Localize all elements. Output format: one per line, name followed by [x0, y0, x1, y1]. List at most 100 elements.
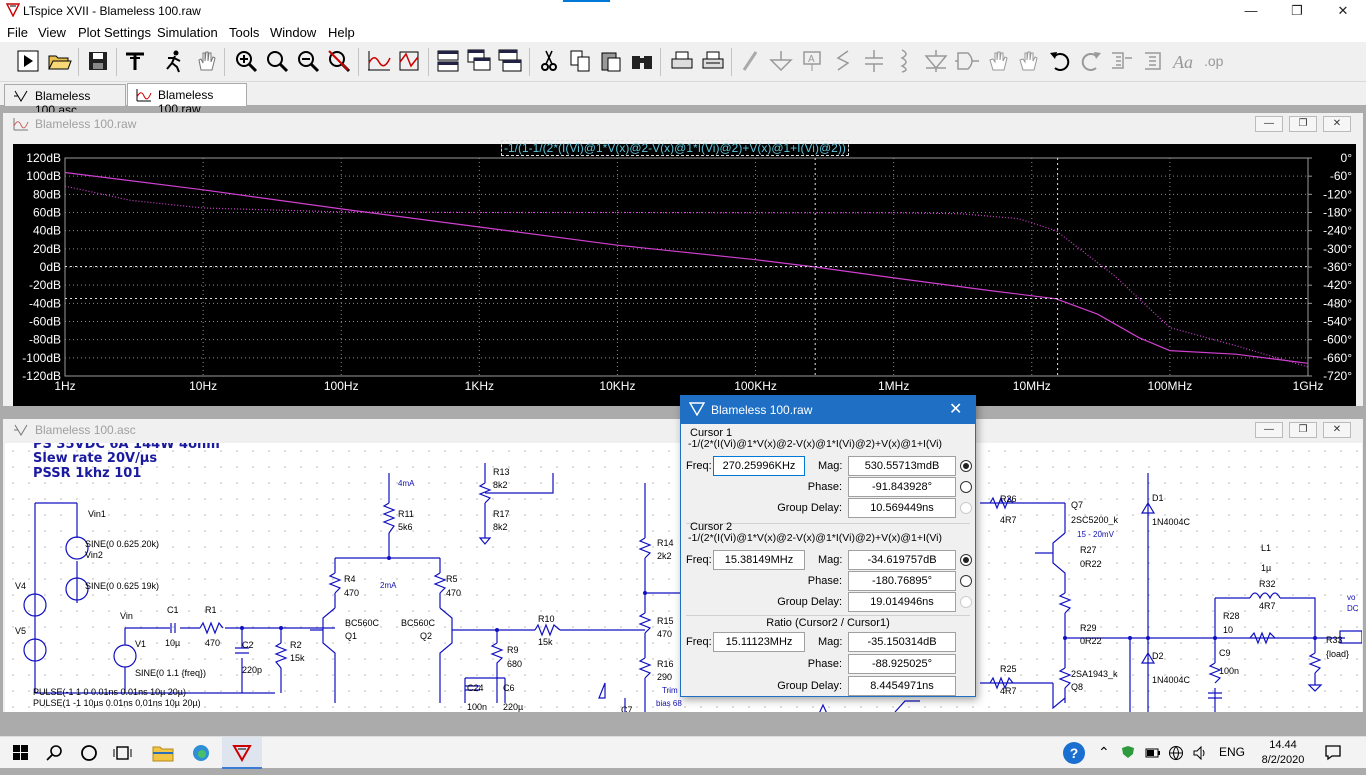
cascade-icon[interactable] — [466, 48, 492, 74]
schematic-label-r4v[interactable]: 470 — [344, 588, 359, 598]
schematic-close-button[interactable]: ✕ — [1323, 422, 1351, 438]
schematic-label-c7[interactable]: C7 — [621, 705, 633, 712]
schematic-label-r13[interactable]: R13 — [493, 467, 510, 477]
schematic-label-r27[interactable]: R27 — [1080, 545, 1097, 555]
ratio-phase-field[interactable]: -88.925025° — [848, 654, 956, 674]
schematic-label-r27v[interactable]: 0R22 — [1080, 559, 1102, 569]
schematic-label-d1[interactable]: D1 — [1152, 493, 1164, 503]
menu-file[interactable]: File — [7, 25, 28, 40]
plot-wave-icon[interactable] — [396, 48, 422, 74]
hand-icon[interactable] — [193, 48, 219, 74]
cursor2-phase-field[interactable]: -180.76895° — [848, 571, 956, 591]
cortana-icon[interactable] — [72, 737, 106, 769]
menu-window[interactable]: Window — [270, 25, 316, 40]
schematic-label-q2t[interactable]: BC560C — [401, 618, 435, 628]
schematic-label-dc[interactable]: DC — [1347, 604, 1359, 613]
schematic-label-d1t[interactable]: 1N4004C — [1152, 517, 1190, 527]
schematic-minimize-button[interactable]: — — [1255, 422, 1283, 438]
schematic-label-r1v[interactable]: 470 — [205, 638, 220, 648]
schematic-label-r2[interactable]: R2 — [290, 640, 302, 650]
schematic-label-r33[interactable]: R33 — [1326, 635, 1343, 645]
cursor2-mag-field[interactable]: -34.619757dB — [848, 550, 956, 570]
close-button[interactable]: ✕ — [1320, 0, 1366, 22]
cursor1-phase-radio[interactable] — [960, 481, 972, 493]
notification-center-icon[interactable] — [1324, 743, 1342, 764]
schematic-label-trim[interactable]: Trim — [662, 686, 678, 695]
schematic-label-l1v[interactable]: 1µ — [1261, 563, 1271, 573]
capacitor-icon[interactable] — [861, 48, 887, 74]
menu-view[interactable]: View — [38, 25, 66, 40]
schematic-label-ma2[interactable]: 2mA — [380, 581, 396, 590]
cursor1-mag-radio[interactable] — [960, 460, 972, 472]
schematic-label-r11v[interactable]: 5k6 — [398, 522, 413, 532]
minimize-button[interactable]: — — [1228, 0, 1274, 22]
schematic-label-pulse2[interactable]: PULSE(1 -1 10µs 0.01ns 0.01ns 10µ 20µ) — [33, 698, 201, 708]
schematic-label-r13v[interactable]: 8k2 — [493, 480, 508, 490]
windows-start-icon[interactable] — [4, 737, 38, 769]
security-shield-icon[interactable] — [1121, 745, 1135, 762]
schematic-label-r15v[interactable]: 470 — [657, 629, 672, 639]
task-view-icon[interactable] — [106, 737, 140, 769]
print-setup-icon[interactable] — [700, 48, 726, 74]
plot-restore-button[interactable]: ❐ — [1289, 116, 1317, 132]
schematic-label-bias[interactable]: bias 68 — [656, 699, 682, 708]
schematic-label-v4[interactable]: V4 — [15, 581, 26, 591]
trace-expression-label[interactable]: -1/(1-1/(2*(I(Vi)@1*V(x)@2-V(x)@1*I(Vi)@… — [501, 140, 849, 156]
schematic-label-ma4[interactable]: 4mA — [398, 479, 414, 488]
schematic-label-r15[interactable]: R15 — [657, 616, 674, 626]
run-man-icon[interactable] — [161, 48, 187, 74]
schematic-label-c24v[interactable]: 100n — [467, 702, 487, 712]
component-icon[interactable] — [954, 48, 980, 74]
language-indicator[interactable]: ENG — [1219, 745, 1245, 759]
schematic-label-r33v[interactable]: {load} — [1326, 649, 1349, 659]
schematic-label-r10v[interactable]: 15k — [538, 637, 553, 647]
zoom-cancel-icon[interactable] — [326, 48, 352, 74]
ground-icon[interactable] — [768, 48, 794, 74]
schematic-label-r10[interactable]: R10 — [538, 614, 555, 624]
schematic-label-r26v[interactable]: 4R7 — [1000, 515, 1017, 525]
volume-icon[interactable] — [1192, 745, 1208, 764]
rotate-icon[interactable] — [1109, 48, 1135, 74]
schematic-note-slew[interactable]: Slew rate 20V/µs — [33, 451, 157, 466]
inductor-icon[interactable] — [892, 48, 918, 74]
run-icon[interactable] — [15, 48, 41, 74]
cut-icon[interactable] — [536, 48, 562, 74]
schematic-label-r16[interactable]: R16 — [657, 659, 674, 669]
schematic-label-q7t[interactable]: 2SC5200_k — [1071, 515, 1118, 525]
schematic-label-r2v[interactable]: 15k — [290, 653, 305, 663]
schematic-label-vin[interactable]: Vin — [120, 611, 133, 621]
copy-icon[interactable] — [567, 48, 593, 74]
cursor2-group-delay-field[interactable]: 19.014946ns — [848, 592, 956, 612]
cursor-dialog-titlebar[interactable]: Blameless 100.raw ✕ — [681, 396, 975, 424]
mirror-icon[interactable] — [1140, 48, 1166, 74]
file-explorer-icon[interactable] — [146, 737, 180, 769]
plot-minimize-button[interactable]: — — [1255, 116, 1283, 132]
schematic-label-q1t[interactable]: BC560C — [345, 618, 379, 628]
schematic-label-pulse1[interactable]: PULSE(-1 1 0 0.01ns 0.01ns 10µ 20µ) — [33, 687, 186, 697]
ratio-freq-field[interactable]: 15.11123MHz — [713, 632, 805, 652]
schematic-label-r32[interactable]: R32 — [1259, 579, 1276, 589]
search-icon[interactable] — [38, 737, 72, 769]
schematic-label-v1[interactable]: V1 — [135, 639, 146, 649]
text-icon[interactable]: Aa — [1171, 48, 1197, 74]
schematic-label-vo[interactable]: vo — [1347, 593, 1355, 602]
schematic-label-sine2[interactable]: SINE(0 0.625 19k) — [85, 581, 159, 591]
spice-directive-icon[interactable]: .op — [1202, 48, 1228, 74]
schematic-label-sine1[interactable]: SINE(0 0.625 20k) — [85, 539, 159, 549]
cursor1-mag-field[interactable]: 530.55713mdB — [848, 456, 956, 476]
schematic-label-r14v[interactable]: 2k2 — [657, 551, 672, 561]
edge-browser-icon[interactable] — [184, 737, 218, 769]
schematic-label-c2[interactable]: C2 — [242, 640, 254, 650]
waveform-chart[interactable]: 1Hz 10Hz 100Hz 1KHz 10KHz 100KHz 1MHz 10MHz 100M… — [13, 144, 1356, 406]
schematic-label-c1[interactable]: C1 — [167, 605, 179, 615]
diode-icon[interactable] — [923, 48, 949, 74]
cursor2-mag-radio[interactable] — [960, 554, 972, 566]
help-icon[interactable]: ? — [1063, 742, 1085, 764]
schematic-label-c24[interactable]: C24 — [467, 683, 484, 693]
save-icon[interactable] — [85, 48, 111, 74]
battery-icon[interactable] — [1145, 745, 1161, 762]
schematic-label-c9[interactable]: C9 — [1219, 648, 1231, 658]
schematic-label-sine3[interactable]: SINE(0 1.1 {freq}) — [135, 668, 206, 678]
menu-plot-settings[interactable]: Plot Settings — [78, 25, 151, 40]
menu-help[interactable]: Help — [328, 25, 355, 40]
